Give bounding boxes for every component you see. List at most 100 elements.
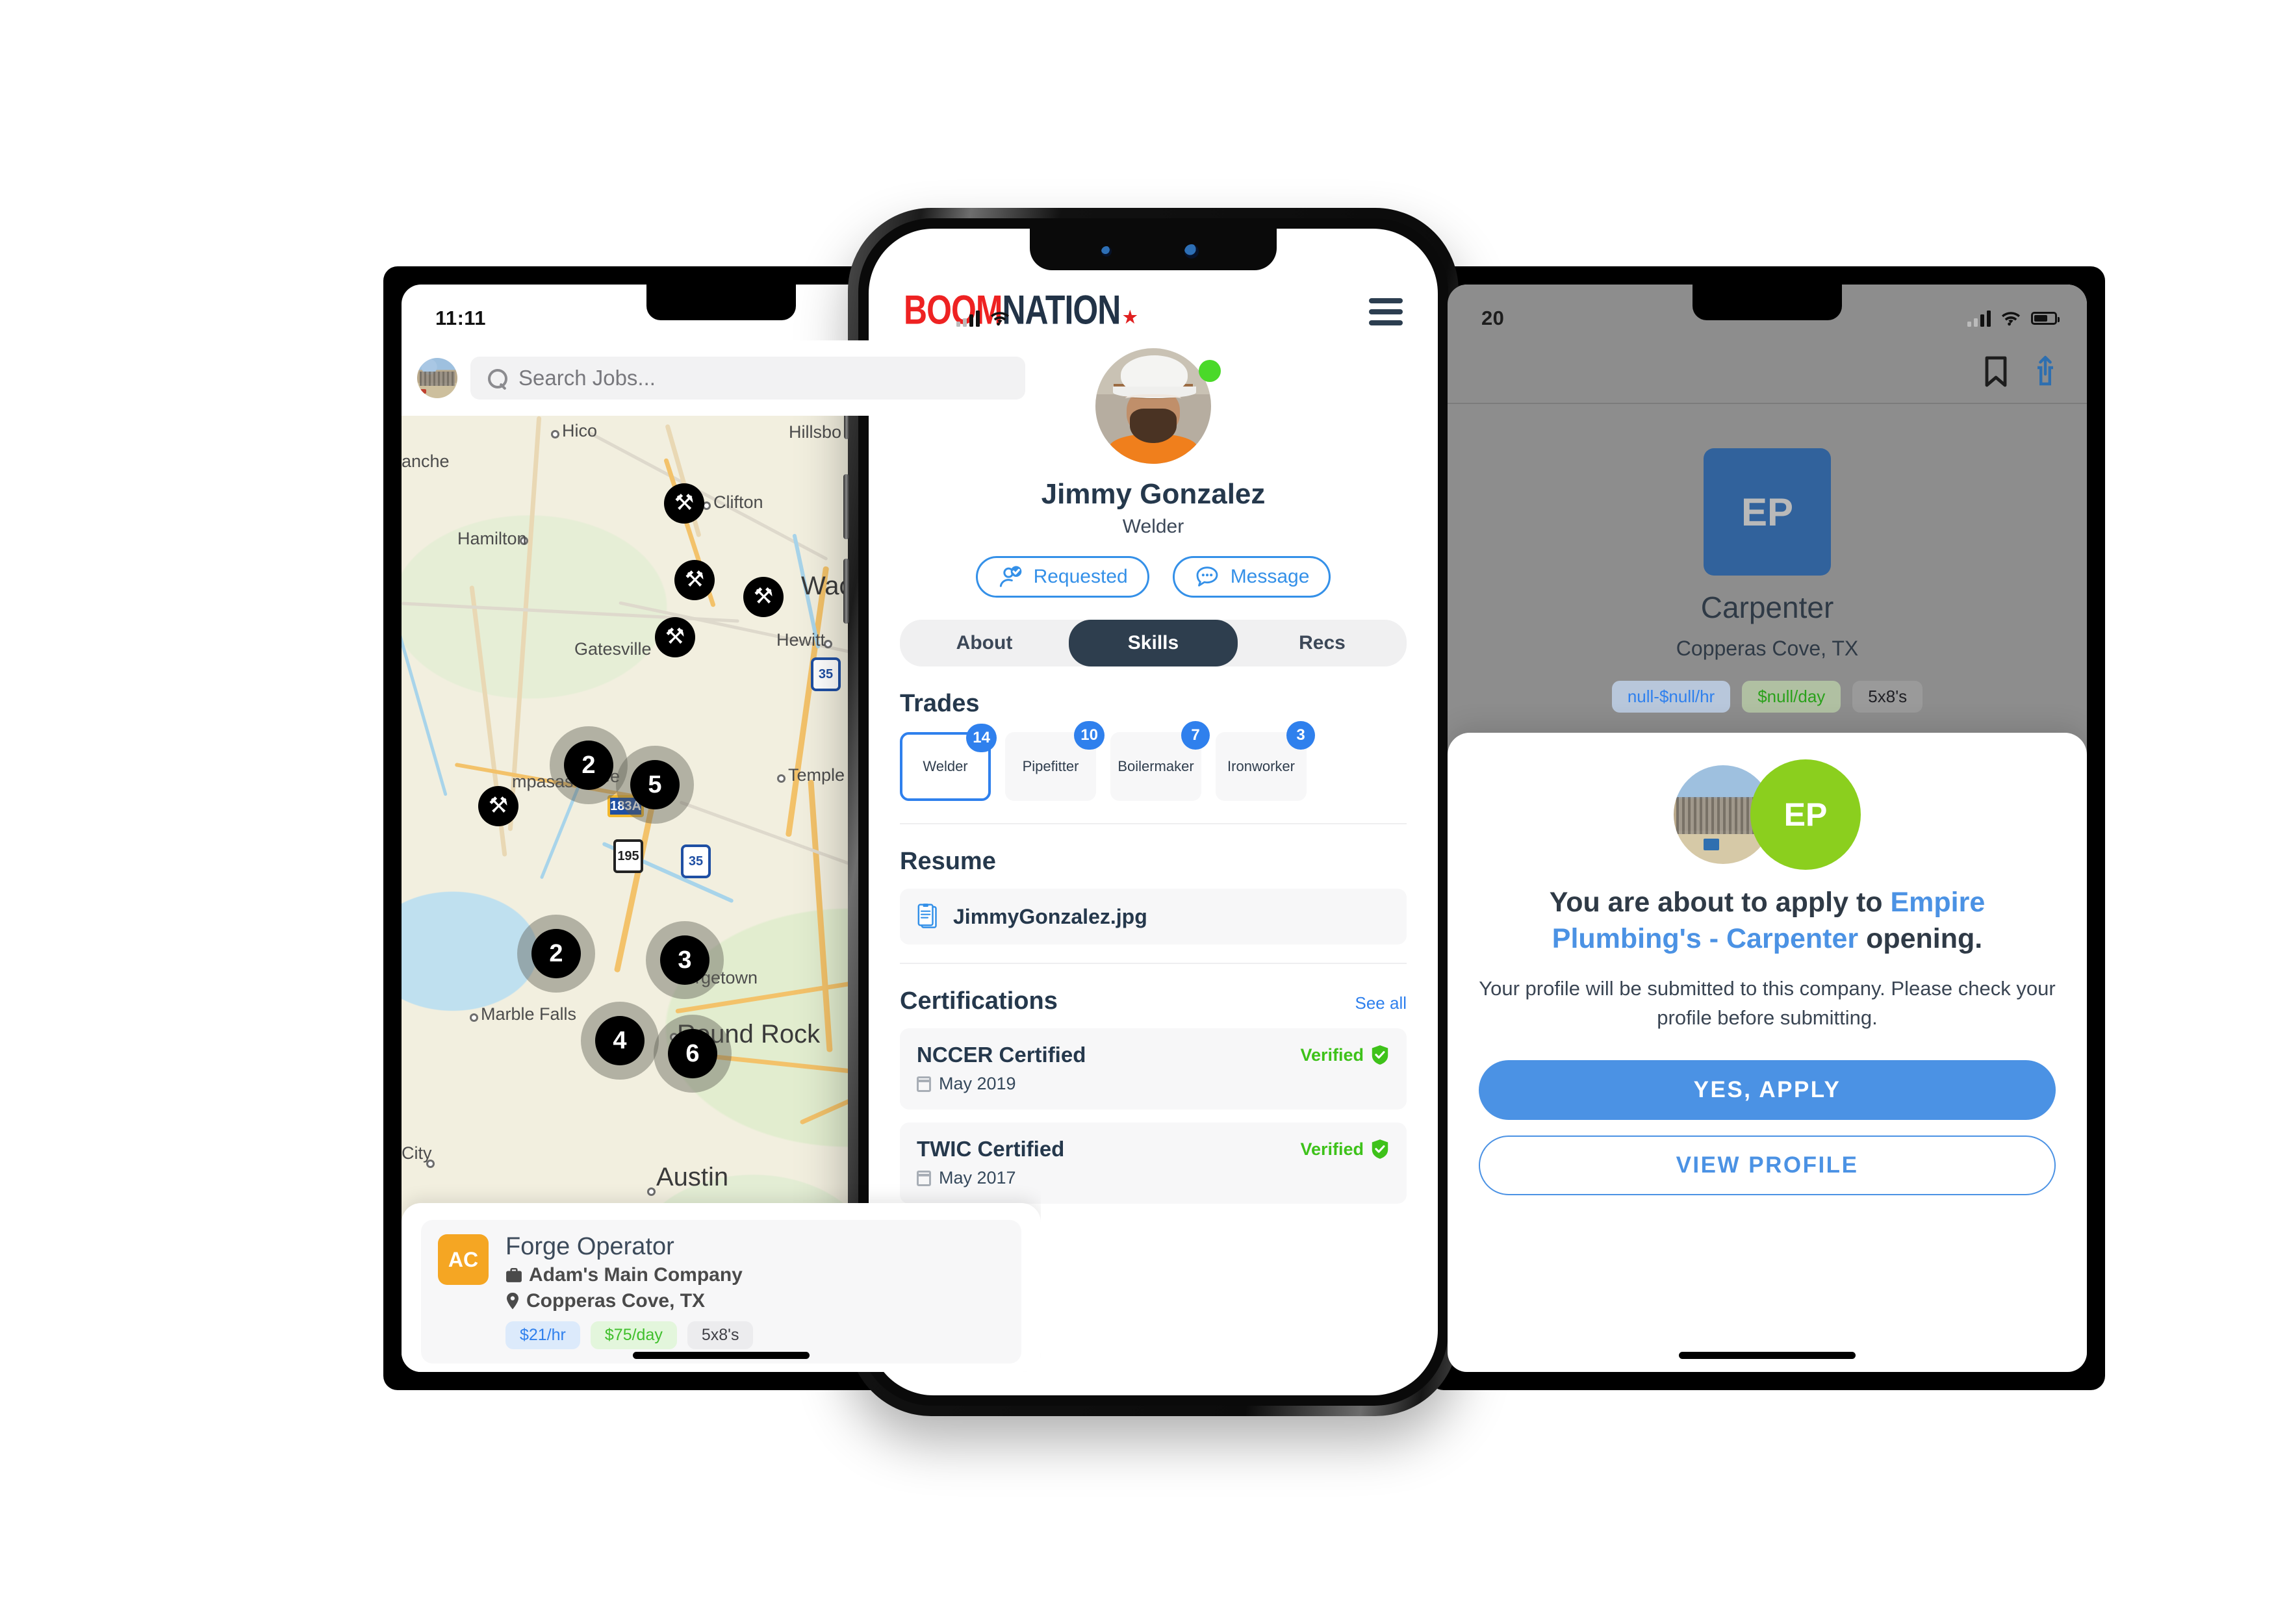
trade-chip-ironworker[interactable]: Ironworker 3 <box>1216 721 1315 801</box>
share-icon[interactable] <box>2032 355 2058 388</box>
map-pin-job[interactable]: ⚒ <box>664 483 704 524</box>
company-logo: AC <box>438 1234 489 1285</box>
job-title: Carpenter <box>1700 590 1834 624</box>
resume-section: Resume JimmyGonzalez.jpg <box>900 848 1407 945</box>
map-city-dot <box>551 430 559 438</box>
status-indicators <box>956 310 1011 327</box>
status-label: Verified <box>1300 1139 1364 1159</box>
screenshot-canvas: 11:11 Search Jobs... Hico Hillsbo anche … <box>0 0 2274 1624</box>
search-input[interactable]: Search Jobs... <box>470 357 1025 400</box>
volume-down-button[interactable] <box>843 559 849 624</box>
map-pin-job[interactable]: ⚒ <box>655 617 695 657</box>
map-pin-job[interactable]: ⚒ <box>743 577 784 617</box>
trade-chip-pipefitter[interactable]: Pipefitter 10 <box>1005 721 1105 801</box>
profile-role: Welder <box>1122 516 1184 537</box>
verified-shield-icon <box>1372 1045 1388 1065</box>
tab-skills[interactable]: Skills <box>1069 620 1238 666</box>
tools-icon: ⚒ <box>684 567 705 592</box>
modal-avatars: EP <box>1479 754 2056 876</box>
tools-icon: ⚒ <box>674 490 695 515</box>
trades-heading: Trades <box>900 690 1407 718</box>
view-profile-button[interactable]: VIEW PROFILE <box>1479 1135 2056 1195</box>
status-badge: Verified <box>1300 1139 1390 1160</box>
map-cluster[interactable]: 2 <box>531 929 581 978</box>
certification-date-label: May 2019 <box>939 1074 1016 1093</box>
message-button[interactable]: Message <box>1172 556 1331 598</box>
trade-count-badge: 7 <box>1181 721 1210 750</box>
status-badge: Verified <box>1300 1045 1390 1065</box>
search-header: Search Jobs... <box>402 340 1041 416</box>
logo-star-icon: ★ <box>1123 307 1137 327</box>
modal-title-pre: You are about to apply to <box>1549 887 1891 918</box>
divider <box>900 963 1407 964</box>
certification-date: May 2019 <box>917 1074 1390 1094</box>
requested-button[interactable]: Requested <box>975 556 1149 598</box>
map-pin-job[interactable]: ⚒ <box>478 786 518 826</box>
profile-tabs: About Skills Recs <box>900 620 1407 666</box>
job-location: Copperas Cove, TX <box>505 1290 1004 1312</box>
tab-about[interactable]: About <box>900 620 1069 666</box>
apply-confirm-modal: EP You are about to apply to Empire Plum… <box>1448 733 2087 1372</box>
job-location: Copperas Cove, TX <box>1676 637 1859 660</box>
divider <box>1448 403 2087 404</box>
yes-apply-button[interactable]: YES, APPLY <box>1479 1059 2056 1120</box>
tools-icon: ⚒ <box>488 793 509 818</box>
resume-file-row[interactable]: JimmyGonzalez.jpg <box>900 889 1407 945</box>
job-card[interactable]: AC Forge Operator Adam's Main Company Co… <box>421 1220 1021 1364</box>
trade-label: Ironworker <box>1227 758 1295 774</box>
certification-header: NCCER Certified Verified <box>917 1043 1390 1067</box>
map-label: Austin <box>656 1163 729 1191</box>
resume-file-name: JimmyGonzalez.jpg <box>953 904 1147 928</box>
map-cluster[interactable]: 5 <box>630 760 680 809</box>
calendar-icon <box>917 1170 931 1186</box>
right-phone-screen: 20 EP Carpenter Copperas Cove, TX null-$… <box>1448 285 2087 1372</box>
certification-row[interactable]: NCCER Certified Verified May 2019 <box>900 1028 1407 1110</box>
avatar[interactable] <box>417 358 457 398</box>
map-cluster-count: 4 <box>613 1026 627 1054</box>
map-cluster[interactable]: 3 <box>660 935 709 985</box>
divider <box>900 823 1407 824</box>
hamburger-menu-icon[interactable] <box>1369 296 1403 325</box>
pill-hourly: $21/hr <box>505 1321 580 1349</box>
map-cluster-count: 2 <box>549 939 563 967</box>
detail-toolbar <box>1448 340 2087 403</box>
trades-list: Welder 14 Pipefitter 10 Boilermaker 7 Ir… <box>900 721 1407 801</box>
verified-shield-icon <box>1372 1139 1388 1159</box>
requested-button-label: Requested <box>1033 566 1128 587</box>
certification-row[interactable]: TWIC Certified Verified May 2017 <box>900 1123 1407 1204</box>
map-city-dot <box>647 1187 656 1196</box>
company-badge: EP <box>1750 759 1861 870</box>
job-location-label: Copperas Cove, TX <box>526 1289 706 1312</box>
certifications-heading: Certifications See all <box>900 987 1407 1015</box>
trade-chip-welder[interactable]: Welder 14 <box>900 724 997 801</box>
map-cluster[interactable]: 4 <box>595 1016 645 1065</box>
certification-date-label: May 2017 <box>939 1168 1016 1187</box>
trade-chip-boilermaker[interactable]: Boilermaker 7 <box>1110 721 1210 801</box>
job-company-label: Adam's Main Company <box>529 1263 743 1286</box>
tools-icon: ⚒ <box>753 584 774 609</box>
status-time: 20 <box>1481 307 1505 329</box>
map-pin-job[interactable]: ⚒ <box>674 560 715 600</box>
map-cluster-count: 3 <box>678 946 692 974</box>
wifi-icon <box>2001 312 2021 326</box>
trade-count-badge: 14 <box>966 724 997 752</box>
home-indicator <box>1679 1352 1856 1359</box>
company-logo: EP <box>1704 448 1831 576</box>
job-pills: $21/hr $75/day 5x8's <box>505 1321 1004 1349</box>
modal-title: You are about to apply to Empire Plumbin… <box>1479 885 2056 958</box>
location-pin-icon <box>507 1292 518 1310</box>
avatar[interactable] <box>1095 348 1211 464</box>
search-placeholder: Search Jobs... <box>518 366 656 390</box>
wifi-icon <box>990 312 1010 326</box>
certification-date: May 2017 <box>917 1168 1390 1188</box>
map-cluster[interactable]: 6 <box>668 1029 717 1078</box>
volume-up-button[interactable] <box>843 474 849 539</box>
home-indicator <box>633 1352 810 1359</box>
tab-recs[interactable]: Recs <box>1238 620 1407 666</box>
map-cluster[interactable]: 2 <box>564 741 613 790</box>
trade-label: Welder <box>923 758 968 774</box>
bookmark-icon[interactable] <box>1983 356 2009 387</box>
see-all-link[interactable]: See all <box>1355 993 1407 1013</box>
tools-icon: ⚒ <box>665 624 685 649</box>
online-status-indicator <box>1199 360 1221 382</box>
